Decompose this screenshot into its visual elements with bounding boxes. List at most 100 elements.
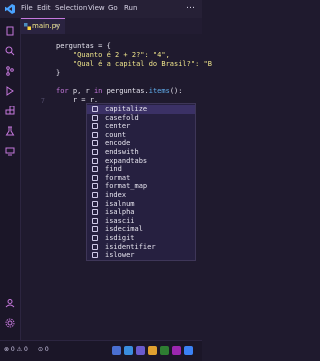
suggestion-label: endswith (105, 148, 139, 156)
taskbar-app-icon[interactable] (112, 346, 121, 355)
code-line[interactable]: } (56, 69, 60, 77)
suggestion-item[interactable]: find (87, 165, 195, 174)
suggestion-label: center (105, 122, 131, 131)
editor-tab-bar: main.py × (21, 18, 202, 34)
method-icon (92, 209, 98, 216)
suggestion-item[interactable]: isalpha (87, 208, 195, 217)
suggestion-label: isdecimal (105, 225, 143, 234)
method-icon (92, 149, 98, 155)
suggestion-item[interactable]: capitalize (87, 105, 195, 114)
testing-icon[interactable] (5, 126, 15, 136)
menu-run[interactable]: Run (124, 4, 137, 12)
account-icon[interactable] (5, 298, 15, 308)
menu-selection[interactable]: Selection (55, 4, 87, 12)
autocomplete-suggestions[interactable]: capitalize casefold center count encode endsw… (86, 103, 196, 261)
suggestion-label: format_map (105, 182, 148, 191)
taskbar-app-icon[interactable] (148, 346, 157, 355)
method-icon (92, 123, 98, 130)
suggestion-label: isidentifier (105, 242, 156, 251)
suggestion-item[interactable]: isdigit (87, 234, 195, 243)
suggestion-item[interactable]: islower (87, 251, 195, 260)
status-bar: ⊗ 0 ⚠ 0 ⊙ 0 (0, 340, 202, 361)
suggestion-item[interactable]: index (87, 191, 195, 200)
suggestion-item[interactable]: isalnum (87, 200, 195, 209)
run-debug-icon[interactable] (5, 86, 15, 96)
close-icon[interactable]: × (54, 22, 60, 30)
code-token: (): (169, 87, 183, 95)
menu-view[interactable]: View (88, 4, 105, 12)
activity-bar (0, 18, 21, 340)
taskbar-app-icon[interactable] (184, 346, 193, 355)
suggestion-label: casefold (105, 113, 139, 122)
code-token: "Qual é a capital do Brasil?": "B (56, 60, 212, 68)
method-icon (92, 157, 98, 164)
suggestion-label: isascii (105, 216, 135, 225)
search-icon[interactable] (5, 46, 15, 56)
suggestion-item[interactable]: isidentifier (87, 243, 195, 252)
suggestion-label: encode (105, 139, 131, 148)
suggestion-item[interactable]: isdecimal (87, 225, 195, 234)
suggestion-label: isalpha (105, 208, 135, 217)
method-icon (92, 243, 98, 250)
remote-explorer-icon[interactable] (5, 146, 15, 156)
tab-main-py[interactable]: main.py × (21, 18, 65, 34)
suggestion-label: expandtabs (105, 156, 148, 165)
taskbar-app-icon[interactable] (136, 346, 145, 355)
code-token: p, r (72, 87, 94, 95)
suggestion-item[interactable]: expandtabs (87, 157, 195, 166)
code-line[interactable]: perguntas = { (56, 42, 111, 50)
explorer-icon[interactable] (5, 26, 15, 36)
method-icon (92, 166, 98, 173)
suggestion-label: isalnum (105, 199, 135, 208)
menu-go[interactable]: Go (108, 4, 118, 12)
code-line[interactable]: "Qual é a capital do Brasil?": "B (56, 60, 212, 68)
suggestion-item[interactable]: endswith (87, 148, 195, 157)
method-icon (92, 192, 98, 198)
taskbar-app-icon[interactable] (172, 346, 181, 355)
method-icon (92, 183, 98, 190)
taskbar-app-icon[interactable] (160, 346, 169, 355)
source-control-icon[interactable] (5, 66, 15, 76)
python-file-icon (24, 23, 31, 30)
suggestion-item[interactable]: isascii (87, 217, 195, 226)
suggestion-label: format (105, 173, 131, 182)
suggestion-item[interactable]: center (87, 122, 195, 131)
suggestion-item[interactable]: format (87, 174, 195, 183)
more-menu-icon[interactable]: … (186, 1, 195, 11)
line-number: 7 (40, 97, 45, 105)
code-token: } (56, 69, 61, 77)
code-token: perguntas = { (56, 42, 111, 50)
method-icon (92, 217, 98, 224)
menu-file[interactable]: File (21, 4, 33, 12)
method-icon (92, 174, 98, 181)
method-icon (92, 226, 98, 233)
code-token: perguntas. (106, 87, 149, 95)
settings-gear-icon[interactable] (5, 318, 15, 328)
problems-indicator[interactable]: ⊗ 0 ⚠ 0 (4, 346, 28, 353)
suggestion-label: find (105, 165, 122, 174)
method-icon (92, 106, 98, 112)
suggestion-label: islower (105, 251, 135, 260)
suggestion-label: index (105, 191, 127, 199)
suggestion-item[interactable]: encode (87, 139, 195, 148)
taskbar-app-icon[interactable] (124, 346, 133, 355)
suggestion-item[interactable]: count (87, 131, 195, 140)
method-icon (92, 235, 98, 241)
extensions-icon[interactable] (5, 106, 15, 116)
menu-edit[interactable]: Edit (37, 4, 51, 12)
suggestion-item[interactable]: casefold (87, 114, 195, 123)
method-icon (92, 131, 98, 138)
vscode-logo-icon (5, 4, 15, 14)
title-bar: File Edit Selection View Go Run … (0, 0, 202, 18)
code-line[interactable]: "Quanto é 2 + 2?": "4", (56, 51, 170, 59)
suggestion-item[interactable]: format_map (87, 182, 195, 191)
method-icon (92, 200, 98, 207)
code-token: items (148, 87, 170, 95)
suggestion-label: count (105, 130, 127, 139)
code-line[interactable]: for p, r in perguntas.items(): (56, 87, 182, 95)
ports-indicator[interactable]: ⊙ 0 (38, 346, 49, 353)
method-icon (92, 252, 98, 259)
code-token: in (93, 87, 107, 95)
suggestion-label: capitalize (105, 105, 148, 113)
method-icon (92, 140, 98, 147)
